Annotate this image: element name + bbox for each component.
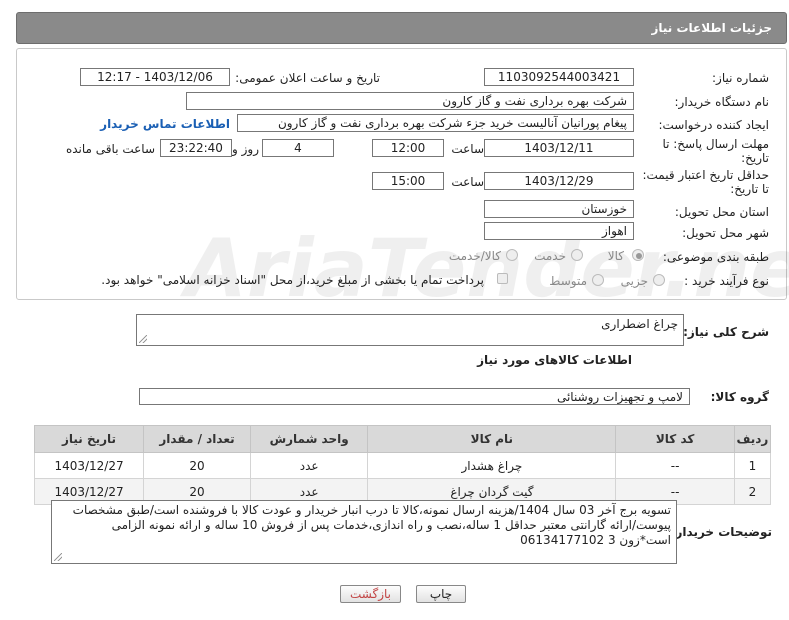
province-field: خوزستان [484,200,634,218]
treasury-payment-note: پرداخت تمام یا بخشی از مبلغ خرید،از محل … [101,273,484,287]
table-row: 1 -- چراغ هشدار عدد 20 1403/12/27 [33,452,772,479]
resize-grip-icon [139,335,147,343]
province-label: استان محل تحویل: [674,205,769,219]
buyer-notes-field: تسویه برج آخر 03 سال 1404/هزینه ارسال نم… [51,500,677,564]
reply-time-field: 12:00 [372,139,444,157]
cell-row-number: 2 [733,478,772,505]
reply-days-field: 4 [262,139,334,157]
category-radio-goods-service[interactable] [506,249,518,261]
city-field: اهواز [484,222,634,240]
summary-field: چراغ اضطراری [136,314,684,346]
need-number-field: 1103092544003421 [484,68,634,86]
page-title: جزئیات اطلاعات نیاز [651,21,772,35]
print-button[interactable]: چاپ [416,585,466,603]
cell-row-number: 1 [733,452,772,479]
cell-unit: عدد [249,452,369,479]
category-radio-service[interactable] [571,249,583,261]
summary-text: چراغ اضطراری [601,317,678,331]
process-option-minor: جزیی [620,274,648,288]
need-number-label: شماره نیاز: [712,71,769,85]
cell-item-code: -- [615,452,735,479]
price-validity-time: 15:00 [372,172,444,190]
treasury-payment-checkbox[interactable] [497,273,508,284]
process-label: نوع فرآیند خرید : [684,274,769,288]
goods-group-field: لامپ و تجهیزات روشنائی [139,388,690,405]
category-radio-goods[interactable] [632,249,644,261]
process-option-medium: متوسط [549,274,587,288]
price-validity-date: 1403/12/29 [484,172,634,190]
reply-deadline-label: مهلت ارسال پاسخ: تا تاریخ: [662,137,769,165]
col-row-number: ردیف [733,425,772,453]
table-header-row: ردیف کد کالا نام کالا واحد شمارش تعداد /… [33,425,772,453]
col-quantity: تعداد / مقدار [143,425,251,453]
page-header: جزئیات اطلاعات نیاز [16,12,787,44]
summary-label: شرح کلی نیاز: [683,325,769,339]
col-unit: واحد شمارش [249,425,369,453]
buyer-contact-link[interactable]: اطلاعات تماس خریدار [100,117,230,131]
cell-quantity: 20 [143,452,251,479]
reply-days-label: روز و [232,142,259,156]
category-option-goods: کالا [607,249,624,263]
buyer-org-label: نام دستگاه خریدار: [674,95,770,109]
price-validity-label: حداقل تاریخ اعتبار قیمت: تا تاریخ: [642,168,769,196]
reply-deadline-date: 1403/12/11 [484,139,634,157]
remaining-time-label: ساعت باقی مانده [65,142,155,156]
process-radio-minor[interactable] [653,274,665,286]
cell-item-name: چراغ هشدار [367,452,617,479]
goods-group-label: گروه کالا: [710,390,769,404]
category-option-service: خدمت [534,249,566,263]
cell-need-date: 1403/12/27 [33,452,145,479]
col-item-name: نام کالا [367,425,617,453]
col-need-date: تاریخ نیاز [33,425,145,453]
price-validity-time-label: ساعت [451,175,484,189]
requester-label: ایجاد کننده درخواست: [658,118,769,132]
remaining-time-field: 23:22:40 [160,139,232,157]
items-table: ردیف کد کالا نام کالا واحد شمارش تعداد /… [33,425,772,505]
announce-datetime-field: 1403/12/06 - 12:17 [80,68,230,86]
announce-datetime-label: تاریخ و ساعت اعلان عمومی: [235,71,380,85]
category-option-goods-service: کالا/خدمت [448,249,501,263]
back-button[interactable]: بازگشت [340,585,401,603]
category-label: طبقه بندی موضوعی: [662,250,769,264]
buyer-notes-label: توضیحات خریدار: [670,525,772,539]
buyer-org-field: شرکت بهره برداری نفت و گاز کارون [186,92,634,110]
process-radio-medium[interactable] [592,274,604,286]
col-item-code: کد کالا [615,425,735,453]
city-label: شهر محل تحویل: [682,226,769,240]
resize-grip-icon [54,553,62,561]
requester-field: پیغام پورانیان آنالیست خرید جزء شرکت بهر… [237,114,634,132]
buyer-notes-text: تسویه برج آخر 03 سال 1404/هزینه ارسال نم… [72,503,671,547]
reply-time-label: ساعت [451,142,484,156]
items-section-title: اطلاعات کالاهای مورد نیاز [477,353,632,367]
